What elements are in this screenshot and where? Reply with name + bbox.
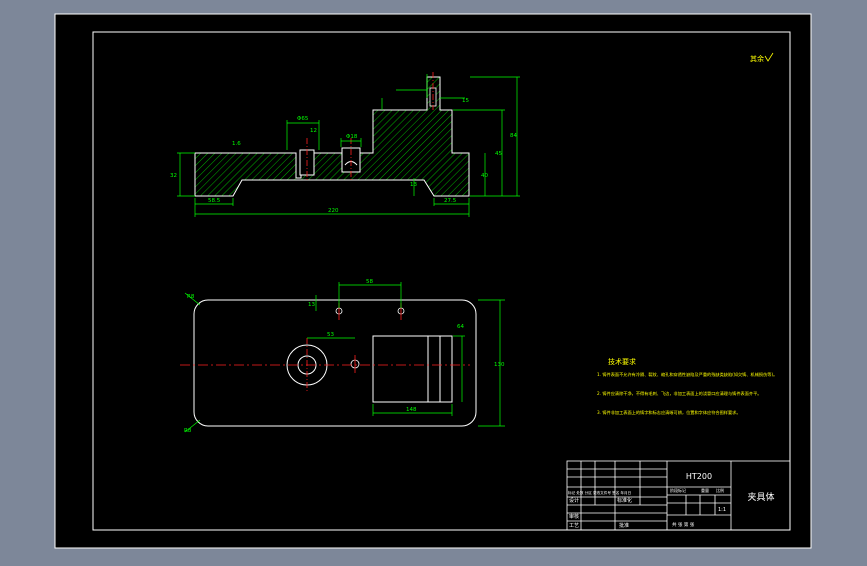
- tb-process: 工艺: [569, 523, 579, 529]
- dim-bore: Φ65: [297, 116, 309, 122]
- tb-standard: 标准化: [617, 497, 632, 504]
- dim-offset: 53: [327, 332, 334, 338]
- tb-scale-label: 比例: [716, 487, 724, 493]
- dim-block-bottom: 148: [406, 407, 417, 413]
- dim-left-height: 32: [170, 173, 177, 179]
- tech-req-heading: 技术要求: [608, 357, 636, 366]
- tech-req-line-1: 1. 铸件表面不允许有冷隔、裂纹、缩孔和穿透性缺陷及严重的残缺类缺陷(如欠铸、机…: [597, 371, 777, 378]
- tb-design: 设计: [569, 497, 579, 504]
- dim-radius-a: R8: [187, 294, 195, 300]
- dim-hole: 12: [310, 128, 317, 134]
- tb-sheet: 共 张 第 张: [672, 521, 695, 528]
- dim-top-width: 15: [462, 98, 469, 104]
- roughness-note: 其余: [750, 54, 764, 63]
- tb-scale-value: 1:1: [718, 507, 726, 513]
- dim-right-step: 27.5: [444, 198, 457, 204]
- dim-small: 13: [308, 302, 315, 308]
- cad-viewport: 其余 220 58.5 27.5 84 45 40 32 Φ65 Φ18 12 …: [0, 0, 867, 562]
- dim-right-small: 40: [481, 173, 488, 179]
- tb-review: 审核: [569, 513, 579, 520]
- dim-mid-height: 45: [495, 151, 502, 157]
- dim-overall-length: 220: [328, 208, 339, 214]
- tb-approve: 批准: [619, 522, 629, 529]
- tb-stage: 阶段标记: [670, 487, 686, 493]
- dim-hole-spacing: 58: [366, 279, 373, 285]
- dim-plate-width: 130: [494, 362, 505, 368]
- tb-material: HT200: [686, 472, 712, 481]
- tb-rev-row: 标记 处数 分区 更改文件号 签名 年月日: [568, 490, 631, 495]
- dim-total-height: 84: [510, 133, 517, 139]
- tech-req-line-2: 2. 铸件应清除干净，不得有毛刺、飞边，非加工表面上的浇冒口应清理与铸件表面齐平…: [597, 390, 761, 397]
- tb-weight: 重量: [701, 487, 709, 493]
- drawing-sheet: 其余 220 58.5 27.5 84 45 40 32 Φ65 Φ18 12 …: [54, 13, 812, 549]
- dim-block: 64: [457, 324, 464, 330]
- dim-radius-b: R8: [184, 428, 192, 434]
- dim-slot: Φ18: [346, 134, 358, 140]
- dim-left-step: 58.5: [208, 198, 221, 204]
- dim-lower: 13: [410, 182, 417, 188]
- tb-part-name: 夹具体: [747, 491, 774, 503]
- tech-req-line-3: 3. 铸件非加工表面上的铸字和标志应清晰可辨，位置和字体应符合图样要求。: [597, 409, 741, 416]
- dim-chamfer: 1.6: [232, 141, 241, 147]
